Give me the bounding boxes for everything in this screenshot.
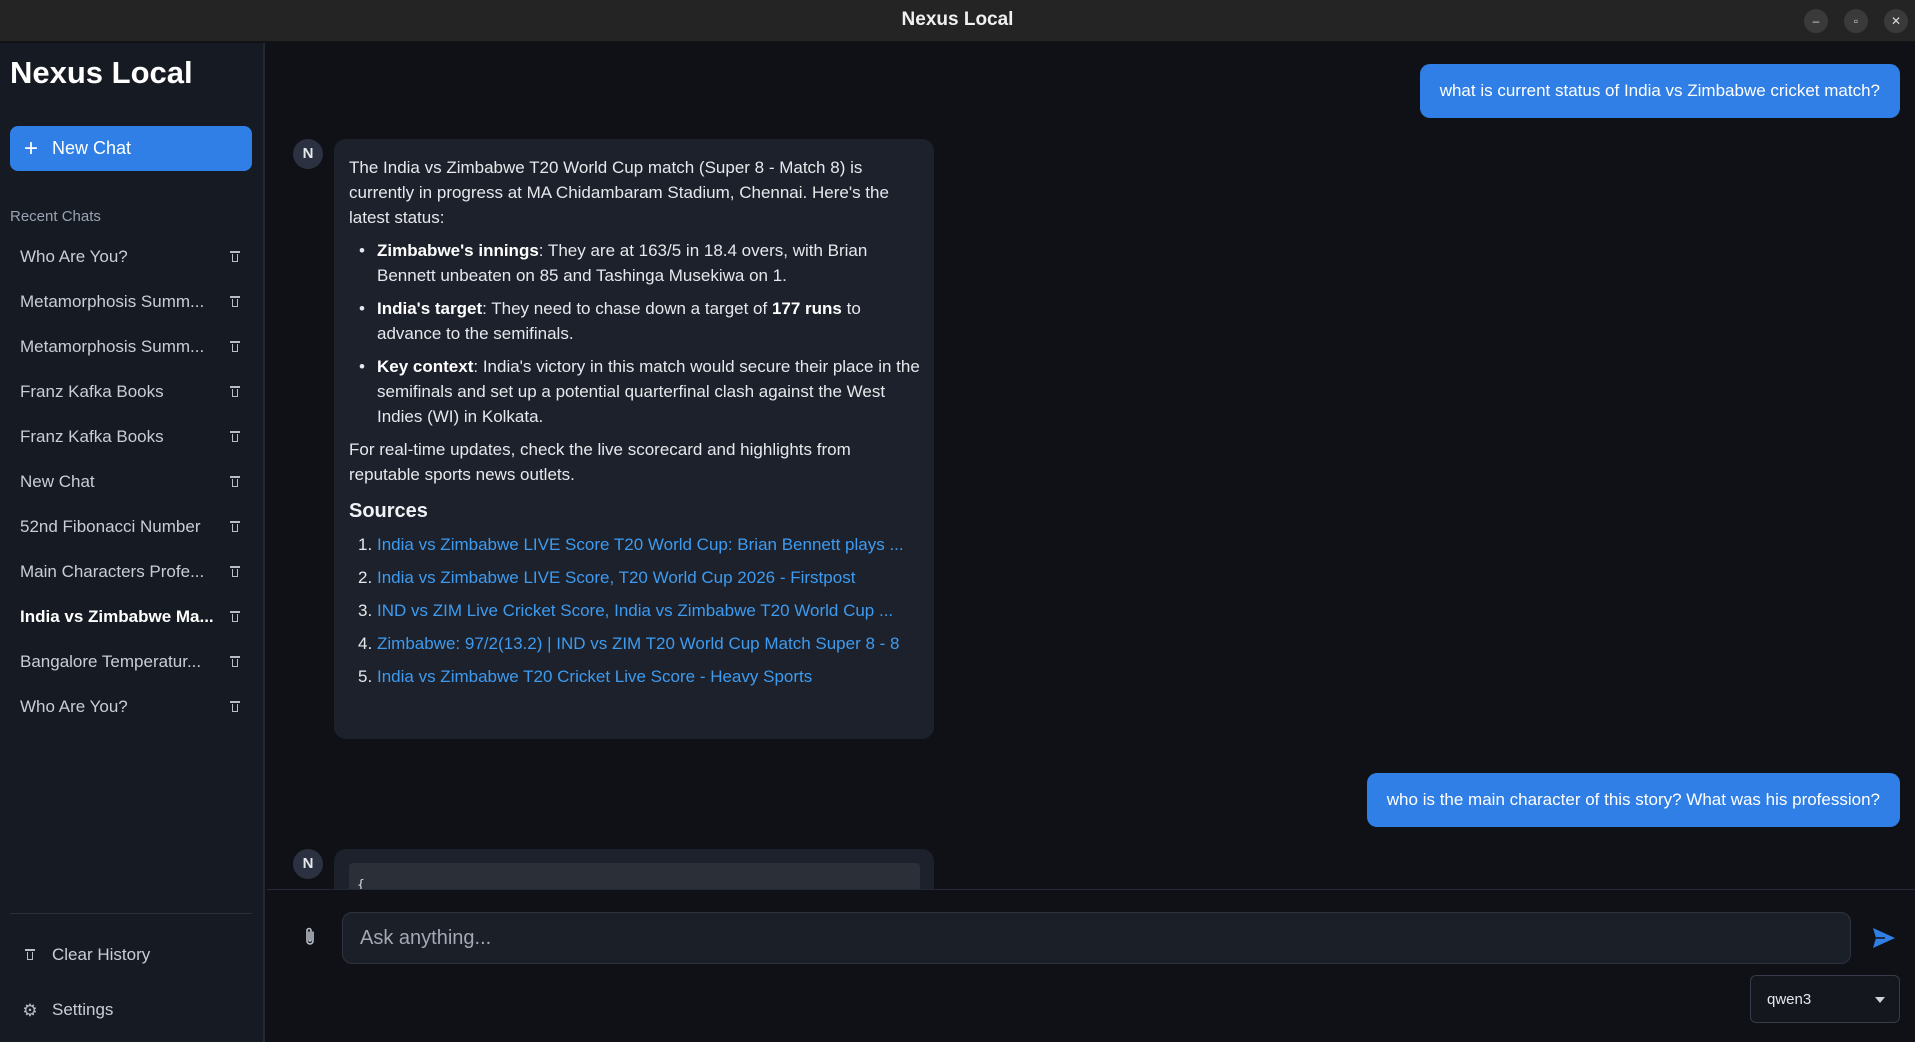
trash-icon[interactable]	[230, 565, 240, 578]
trash-icon[interactable]	[230, 700, 240, 713]
app-brand: Nexus Local	[10, 55, 193, 90]
trash-icon	[25, 949, 35, 961]
chat-item-label: Who Are You?	[20, 696, 128, 716]
bullet-bold: Key context	[377, 357, 474, 376]
plus-icon: +	[24, 134, 39, 162]
chat-item[interactable]: Metamorphosis Summ...	[10, 279, 252, 324]
code-block: {	[349, 863, 920, 889]
source-item: 1. India vs Zimbabwe LIVE Score T20 World…	[349, 532, 920, 557]
chat-item-active[interactable]: India vs Zimbabwe Ma...	[10, 594, 252, 639]
source-number: 3.	[358, 601, 373, 620]
chat-item[interactable]: Bangalore Temperatur...	[10, 639, 252, 684]
chat-item[interactable]: Franz Kafka Books	[10, 369, 252, 414]
chat-item[interactable]: Who Are You?	[10, 684, 252, 729]
source-number: 2.	[358, 568, 373, 587]
caret-down-icon	[1875, 997, 1885, 1003]
send-icon[interactable]	[1871, 926, 1897, 950]
bullet-item: Zimbabwe's innings: They are at 163/5 in…	[349, 238, 920, 288]
trash-icon[interactable]	[230, 520, 240, 533]
user-message: who is the main character of this story?…	[1366, 773, 1900, 827]
trash-icon[interactable]	[230, 475, 240, 488]
source-item: 3. IND vs ZIM Live Cricket Score, India v…	[349, 598, 920, 623]
chat-item-label: Metamorphosis Summ...	[20, 336, 205, 356]
source-link[interactable]: India vs Zimbabwe LIVE Score, T20 World …	[377, 568, 855, 587]
trash-icon[interactable]	[230, 430, 240, 443]
bullet-bold: India's target	[377, 299, 483, 318]
chat-area[interactable]: what is current status of India vs Zimba…	[267, 43, 1915, 889]
sidebar: Nexus Local + New Chat Recent Chats Who …	[0, 43, 265, 1042]
model-select-value: qwen3	[1767, 990, 1812, 1008]
chat-item-label: Metamorphosis Summ...	[20, 291, 205, 311]
source-number: 1.	[358, 535, 373, 554]
clear-history-button[interactable]: Clear History	[10, 935, 252, 975]
chat-item[interactable]: 52nd Fibonacci Number	[10, 504, 252, 549]
assistant-message: {	[334, 849, 934, 889]
composer: qwen3	[267, 889, 1915, 1042]
new-chat-button[interactable]: + New Chat	[10, 126, 252, 171]
sources-list: 1. India vs Zimbabwe LIVE Score T20 World…	[349, 532, 920, 689]
new-chat-label: New Chat	[52, 138, 132, 158]
sources-heading: Sources	[349, 500, 428, 522]
bullet-item: India's target: They need to chase down …	[349, 296, 920, 346]
recent-chats-list: Who Are You? Metamorphosis Summ... Metam…	[10, 234, 252, 729]
paperclip-icon[interactable]	[302, 926, 318, 948]
chat-item[interactable]: Metamorphosis Summ...	[10, 324, 252, 369]
source-item: 5. India vs Zimbabwe T20 Cricket Live Sco…	[349, 664, 920, 689]
trash-icon[interactable]	[230, 250, 240, 263]
sidebar-divider	[10, 913, 252, 914]
chat-item-label: Bangalore Temperatur...	[20, 651, 202, 671]
source-item: 2. India vs Zimbabwe LIVE Score, T20 Worl…	[349, 565, 920, 590]
trash-icon[interactable]	[230, 610, 240, 623]
chat-item-label: New Chat	[20, 471, 95, 491]
source-item: 4. Zimbabwe: 97/2(13.2) | IND vs ZIM T20 …	[349, 631, 920, 656]
user-message: what is current status of India vs Zimba…	[1419, 64, 1900, 118]
source-number: 4.	[358, 634, 373, 653]
title-bar: Nexus Local – ▫ ✕	[0, 0, 1915, 42]
assistant-avatar: N	[293, 139, 323, 169]
trash-icon[interactable]	[230, 295, 240, 308]
chat-item-label: India vs Zimbabwe Ma...	[20, 606, 214, 626]
ask-input[interactable]	[342, 912, 1851, 964]
close-button[interactable]: ✕	[1884, 9, 1908, 33]
model-select[interactable]: qwen3	[1750, 975, 1900, 1023]
bullet-item: Key context: India's victory in this mat…	[349, 354, 920, 429]
answer-bullets: Zimbabwe's innings: They are at 163/5 in…	[349, 238, 920, 429]
chat-item-label: Franz Kafka Books	[20, 381, 164, 401]
trash-icon[interactable]	[230, 340, 240, 353]
chat-item[interactable]: Main Characters Profe...	[10, 549, 252, 594]
gear-icon: ⚙	[22, 1000, 38, 1020]
chat-item-label: Who Are You?	[20, 246, 128, 266]
source-link[interactable]: India vs Zimbabwe LIVE Score T20 World C…	[377, 535, 904, 554]
assistant-avatar: N	[293, 849, 323, 879]
source-link[interactable]: IND vs ZIM Live Cricket Score, India vs …	[377, 601, 893, 620]
chat-item-label: Franz Kafka Books	[20, 426, 164, 446]
assistant-message: The India vs Zimbabwe T20 World Cup matc…	[334, 139, 934, 739]
chat-item[interactable]: Franz Kafka Books	[10, 414, 252, 459]
chat-item-label: Main Characters Profe...	[20, 561, 205, 581]
recent-chats-heading: Recent Chats	[10, 208, 101, 225]
trash-icon[interactable]	[230, 655, 240, 668]
clear-history-label: Clear History	[52, 945, 151, 964]
minimize-button[interactable]: –	[1804, 9, 1828, 33]
chat-item-label: 52nd Fibonacci Number	[20, 516, 201, 536]
bullet-bold: 177 runs	[771, 299, 842, 318]
window-title: Nexus Local	[901, 9, 1014, 30]
source-link[interactable]: India vs Zimbabwe T20 Cricket Live Score…	[377, 667, 812, 686]
source-link[interactable]: Zimbabwe: 97/2(13.2) | IND vs ZIM T20 Wo…	[377, 634, 899, 653]
bullet-bold: Zimbabwe's innings	[377, 241, 539, 260]
answer-intro: The India vs Zimbabwe T20 World Cup matc…	[349, 158, 889, 227]
settings-label: Settings	[52, 1000, 114, 1019]
source-number: 5.	[358, 667, 373, 686]
chat-item[interactable]: Who Are You?	[10, 234, 252, 279]
answer-outro: For real-time updates, check the live sc…	[349, 440, 851, 484]
bullet-text: : They need to chase down a target of	[482, 299, 772, 318]
settings-button[interactable]: ⚙ Settings	[10, 990, 252, 1030]
trash-icon[interactable]	[230, 385, 240, 398]
chat-item[interactable]: New Chat	[10, 459, 252, 504]
maximize-button[interactable]: ▫	[1844, 9, 1868, 33]
